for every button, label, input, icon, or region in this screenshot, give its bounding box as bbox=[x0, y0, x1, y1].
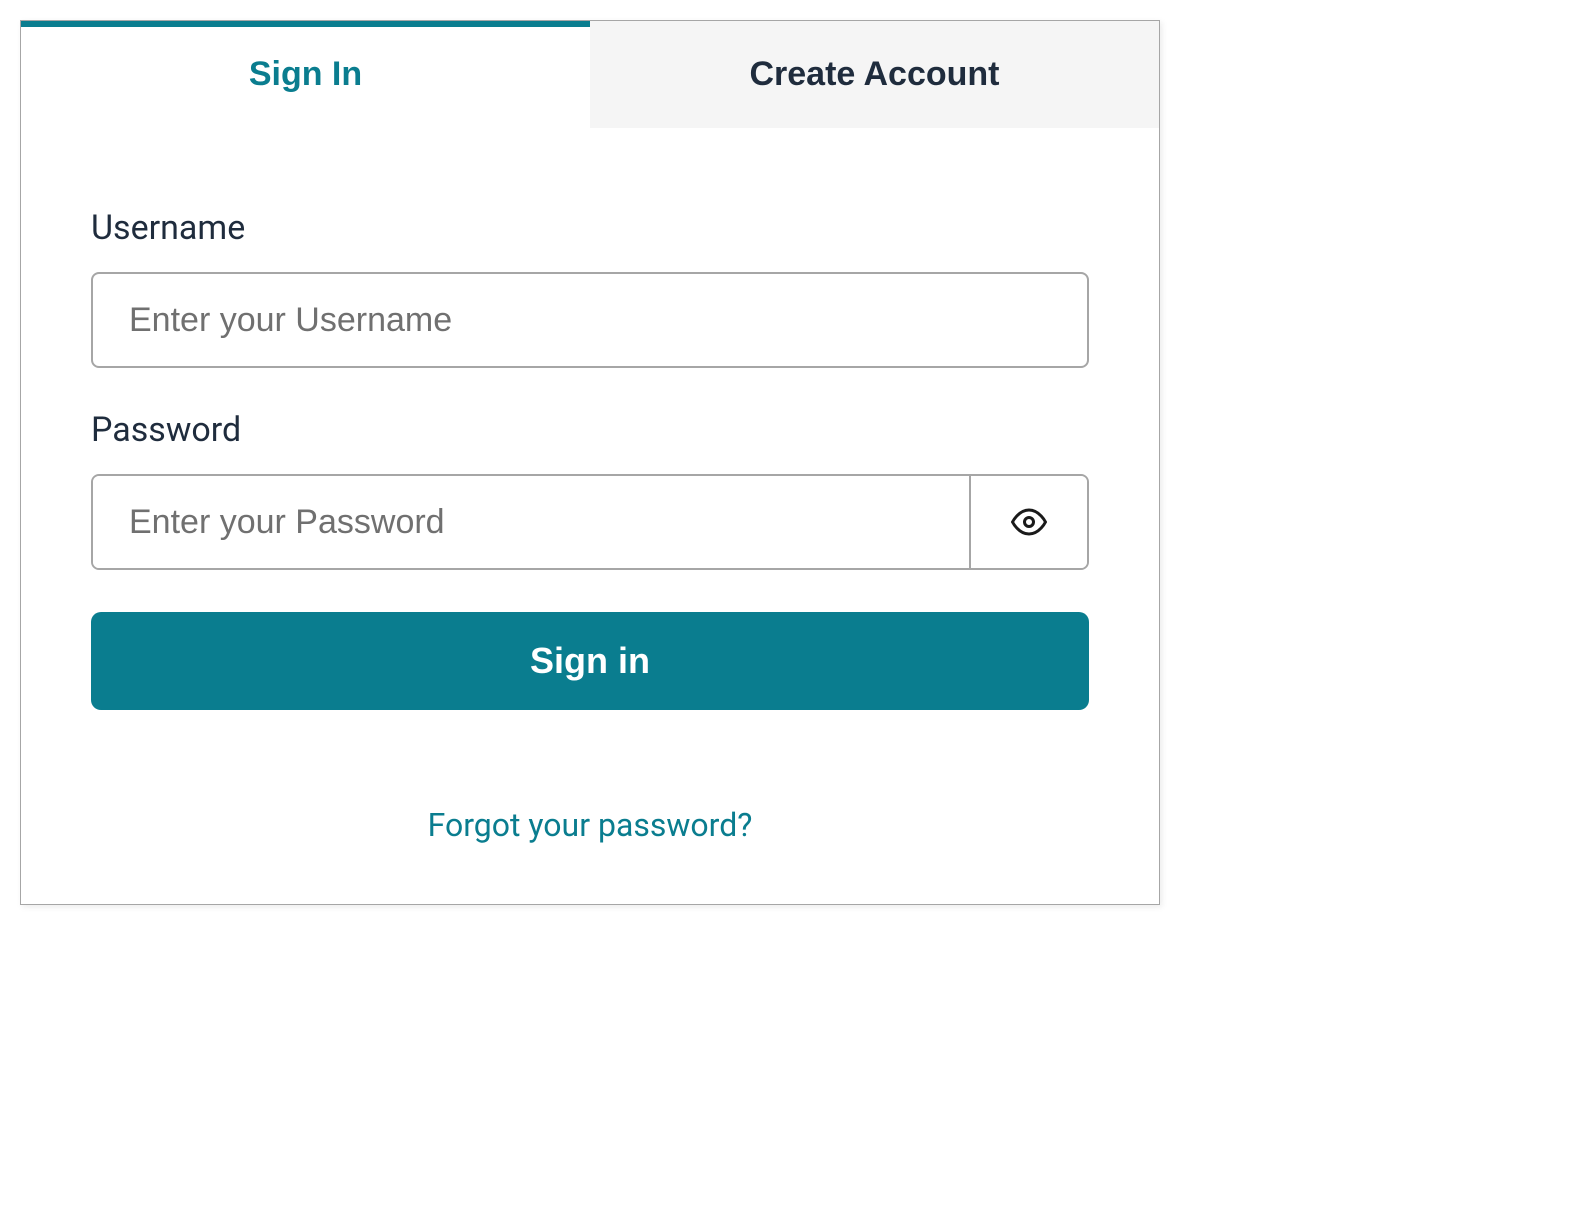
username-label: Username bbox=[91, 208, 1089, 248]
auth-tabs: Sign In Create Account bbox=[21, 21, 1159, 128]
username-group: Username bbox=[91, 208, 1089, 368]
password-wrapper bbox=[91, 474, 1089, 570]
username-input[interactable] bbox=[91, 272, 1089, 368]
auth-card: Sign In Create Account Username Password bbox=[20, 20, 1160, 905]
eye-icon bbox=[1011, 504, 1047, 540]
tab-sign-in[interactable]: Sign In bbox=[21, 21, 590, 128]
password-input[interactable] bbox=[93, 476, 969, 568]
toggle-password-button[interactable] bbox=[969, 476, 1087, 568]
sign-in-button[interactable]: Sign in bbox=[91, 612, 1089, 710]
forgot-password-link[interactable]: Forgot your password? bbox=[428, 806, 753, 844]
forgot-link-wrap: Forgot your password? bbox=[91, 806, 1089, 844]
password-group: Password bbox=[91, 410, 1089, 570]
tab-create-account[interactable]: Create Account bbox=[590, 21, 1159, 128]
password-label: Password bbox=[91, 410, 1089, 450]
sign-in-form: Username Password Sign in Forgot your pa… bbox=[21, 128, 1159, 904]
